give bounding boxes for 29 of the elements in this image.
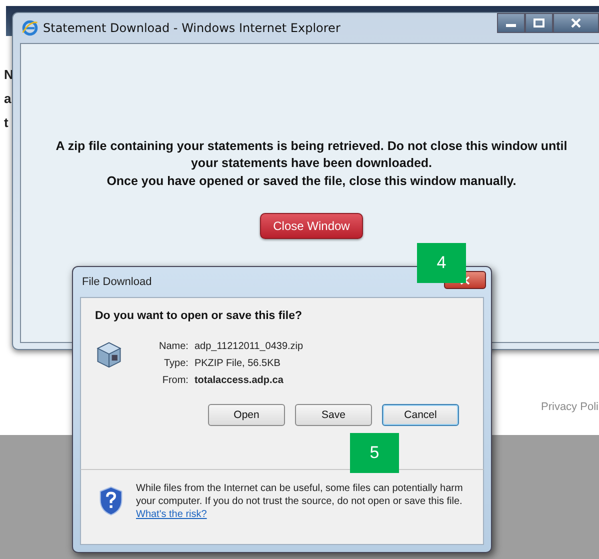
- close-icon: [570, 18, 582, 28]
- status-message: Once you have opened or saved the file, close this window manually.: [106, 173, 518, 190]
- privacy-link[interactable]: Privacy Poli: [541, 401, 598, 413]
- step-badge: 4: [417, 243, 466, 283]
- field-value: adp_11212011_0439.zip: [194, 341, 304, 352]
- field-value: PKZIP File, 56.5KB: [194, 358, 282, 369]
- browser-logo-icon: [21, 19, 39, 37]
- page-text: a: [4, 92, 12, 106]
- dialog-button[interactable]: Cancel: [382, 404, 459, 426]
- maximize-icon: [533, 18, 545, 28]
- maximize-button[interactable]: [525, 13, 553, 33]
- help-shield-icon: [98, 486, 124, 516]
- dialog-question: Do you want to open or save this file?: [95, 310, 304, 322]
- close-button[interactable]: [553, 13, 599, 33]
- step-badge: 5: [350, 433, 399, 473]
- page-text: t: [4, 116, 10, 130]
- close-window-button[interactable]: Close Window: [260, 213, 363, 239]
- status-message: A zip file containing your statements is being retrieved. Do not close this window until your statements have been downloaded.: [54, 138, 568, 172]
- field-label: Type:: [162, 358, 188, 369]
- warning-text: While files from the Internet can be useful, some files can potentially harm your computer. If you do not trust the source, do not open or save this file. What's the risk?: [136, 482, 464, 521]
- field-value: totalaccess.adp.ca: [194, 375, 284, 386]
- dialog-title: File Download: [82, 276, 152, 288]
- window-title: Statement Download - Windows Internet Explorer: [43, 21, 340, 35]
- dialog-button[interactable]: Open: [208, 404, 285, 426]
- dialog-button[interactable]: Save: [295, 404, 372, 426]
- field-label: From:: [161, 375, 188, 386]
- risk-link[interactable]: What's the risk?: [136, 509, 207, 520]
- field-label: Name:: [159, 341, 188, 352]
- minimize-button[interactable]: [497, 13, 525, 33]
